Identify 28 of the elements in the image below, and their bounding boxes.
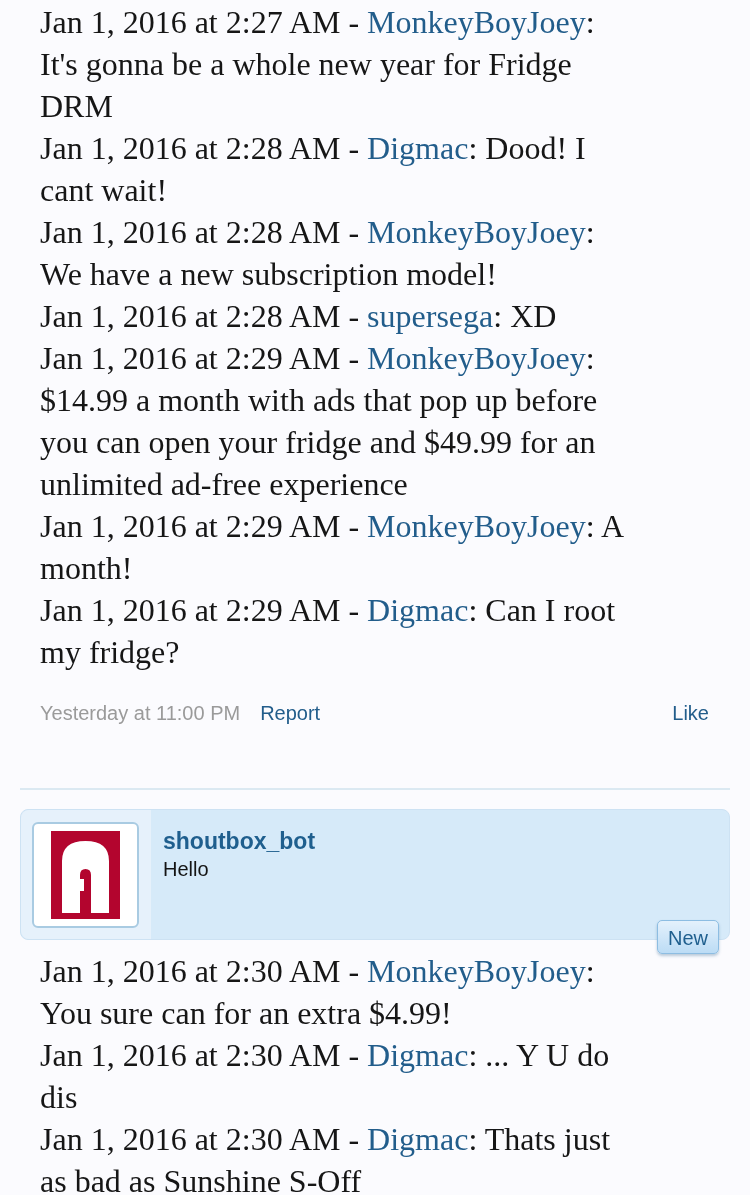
username-link[interactable]: MonkeyBoyJoey: [367, 214, 586, 250]
username-link[interactable]: MonkeyBoyJoey: [367, 508, 586, 544]
chat-message: Jan 1, 2016 at 2:29 AM - MonkeyBoyJoey: $14.99 a month with ads that pop up before you can open your fridge and $49.99 for an unlimited ad-free experience: [40, 339, 599, 504]
chat-message: Jan 1, 2016 at 2:28 AM - Digmac: Dood! I cant wait!: [40, 129, 587, 210]
username-link[interactable]: MonkeyBoyJoey: [367, 340, 586, 376]
chat-message: Jan 1, 2016 at 2:27 AM - MonkeyBoyJoey: It's gonna be a whole new year for Fridge DRM: [40, 3, 596, 126]
chat-message: Jan 1, 2016 at 2:30 AM - Digmac: ... Y U do dis: [40, 1036, 611, 1117]
chat-message: Jan 1, 2016 at 2:28 AM - MonkeyBoyJoey: We have a new subscription model!: [40, 213, 596, 294]
username-link[interactable]: supersega: [367, 298, 494, 334]
arch-logo-icon: [51, 831, 120, 919]
chat-message: Jan 1, 2016 at 2:30 AM - Digmac: Thats just as bad as Sunshine S-Off: [40, 1120, 612, 1195]
chat-message: Jan 1, 2016 at 2:29 AM - MonkeyBoyJoey: A month!: [40, 507, 624, 588]
username-link[interactable]: MonkeyBoyJoey: [367, 4, 586, 40]
bot-message-text: Hello: [163, 857, 209, 882]
username-link[interactable]: Digmac: [367, 1037, 469, 1073]
username-link[interactable]: Digmac: [367, 592, 469, 628]
chat-message: Jan 1, 2016 at 2:28 AM - supersega: XD: [40, 297, 558, 336]
avatar-frame[interactable]: [32, 822, 139, 928]
chat-message: Jan 1, 2016 at 2:29 AM - Digmac: Can I root my fridge?: [40, 591, 617, 672]
report-link[interactable]: Report: [260, 701, 321, 725]
new-badge: New: [657, 920, 719, 954]
bot-username-link[interactable]: shoutbox_bot: [163, 826, 316, 856]
username-link[interactable]: MonkeyBoyJoey: [367, 953, 586, 989]
username-link[interactable]: Digmac: [367, 130, 469, 166]
chat-message: Jan 1, 2016 at 2:30 AM - MonkeyBoyJoey: You sure can for an extra $4.99!: [40, 952, 596, 1033]
like-link[interactable]: Like: [672, 701, 709, 725]
post-date: Yesterday at 11:00 PM: [40, 701, 241, 725]
username-link[interactable]: Digmac: [367, 1121, 469, 1157]
